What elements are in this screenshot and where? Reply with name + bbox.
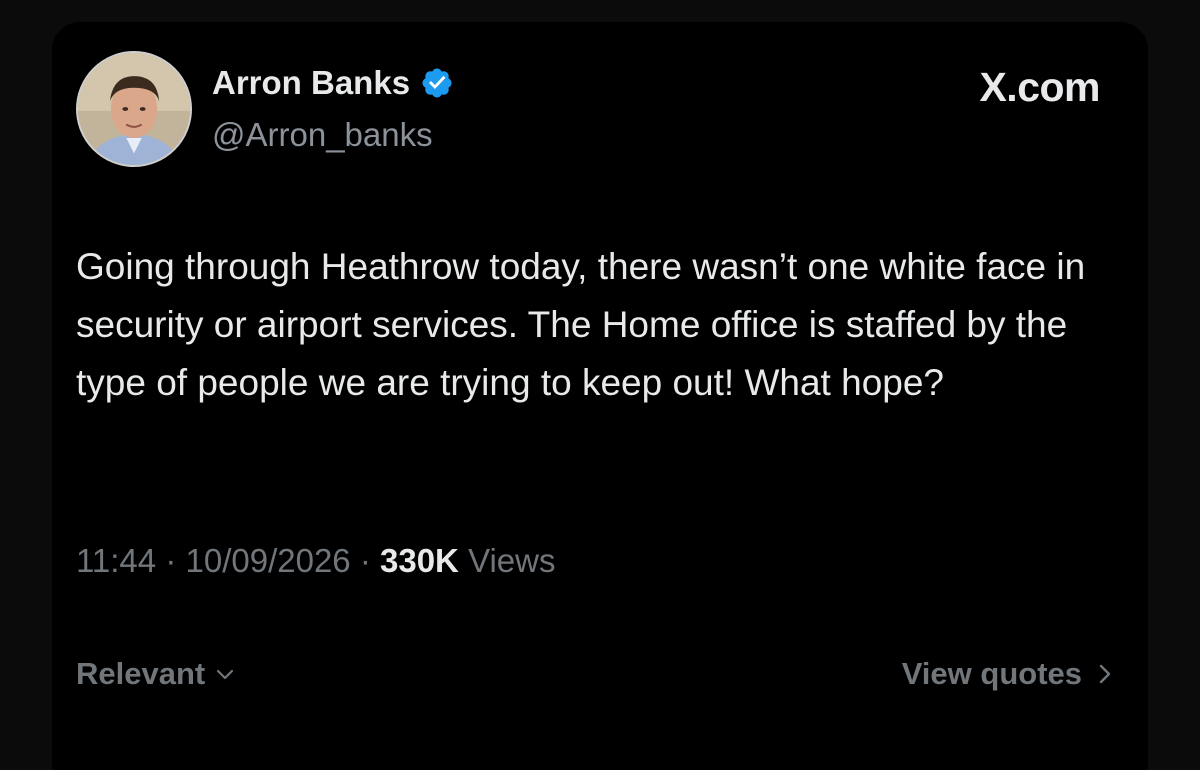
- verified-badge-icon: [422, 68, 452, 98]
- tweet-text: Going through Heathrow today, there wasn…: [76, 246, 1086, 403]
- brand-logo-text: X.com: [979, 64, 1100, 110]
- view-quotes-label: View quotes: [901, 656, 1082, 691]
- tweet-time[interactable]: 11:44: [76, 542, 156, 579]
- author-name-row[interactable]: Arron Banks: [212, 64, 454, 102]
- avatar[interactable]: [76, 51, 192, 167]
- chevron-right-icon: [1099, 664, 1111, 684]
- views-count: 330K: [380, 542, 459, 579]
- chevron-down-icon: [217, 669, 234, 680]
- view-quotes-button[interactable]: View quotes: [902, 656, 1116, 692]
- tweet-date[interactable]: 10/09/2026: [185, 542, 350, 579]
- meta-separator: ·: [165, 542, 177, 579]
- author-display-name[interactable]: Arron Banks: [212, 64, 410, 102]
- tweet-meta: 11:44 · 10/09/2026 · 330K Views: [76, 542, 556, 580]
- meta-separator: ·: [359, 542, 371, 579]
- views-label: Views: [468, 542, 556, 579]
- sort-label: Relevant: [76, 656, 206, 691]
- sort-replies-button[interactable]: Relevant: [76, 656, 237, 692]
- author-handle[interactable]: @Arron_banks: [212, 116, 433, 154]
- avatar-photo: [78, 53, 190, 165]
